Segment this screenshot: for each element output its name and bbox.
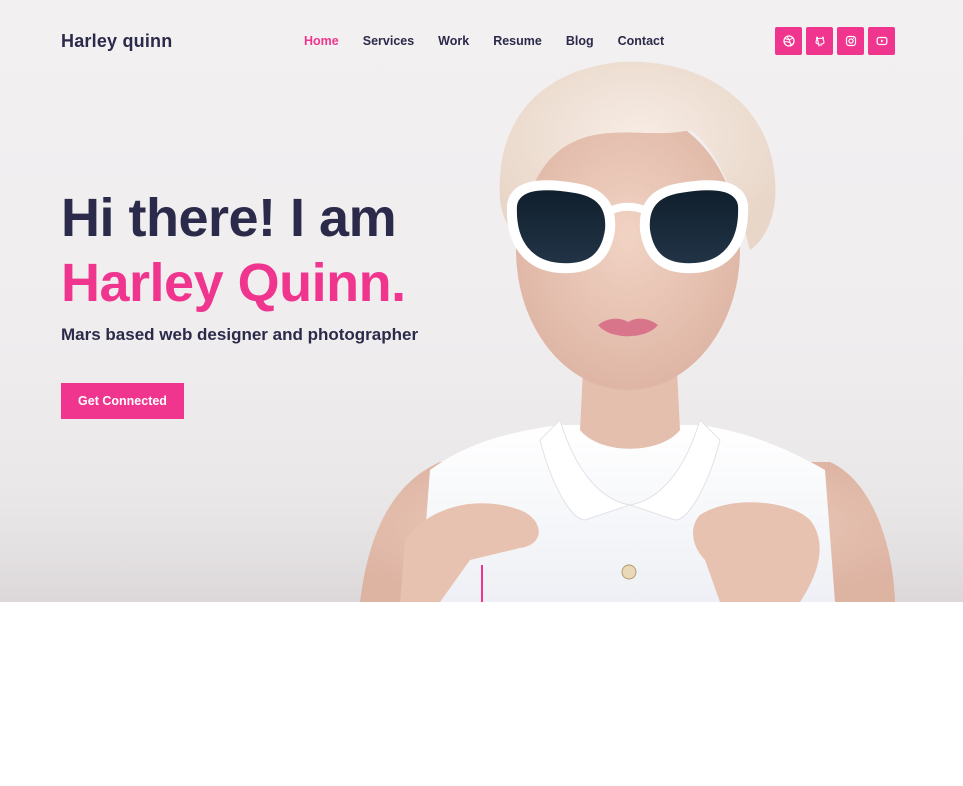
page-content-area (0, 602, 963, 786)
dribbble-icon[interactable] (775, 27, 802, 55)
youtube-icon[interactable] (868, 27, 895, 55)
nav-link-work[interactable]: Work (438, 34, 469, 48)
hero-name: Harley Quinn. (61, 253, 406, 313)
nav-link-contact[interactable]: Contact (618, 34, 665, 48)
hero-greeting: Hi there! I am (61, 188, 397, 248)
get-connected-button[interactable]: Get Connected (61, 383, 184, 419)
nav-link-resume[interactable]: Resume (493, 34, 542, 48)
github-icon[interactable] (806, 27, 833, 55)
nav-link-services[interactable]: Services (363, 34, 414, 48)
site-logo[interactable]: Harley quinn (61, 31, 172, 52)
hero-section: Harley quinn Home Services Work Resume B… (0, 0, 963, 602)
nav-link-blog[interactable]: Blog (566, 34, 594, 48)
hero-tagline: Mars based web designer and photographer (61, 325, 419, 344)
instagram-icon[interactable] (837, 27, 864, 55)
main-navigation: Home Services Work Resume Blog Contact (304, 34, 688, 48)
social-links (775, 27, 895, 55)
nav-link-home[interactable]: Home (304, 34, 339, 48)
